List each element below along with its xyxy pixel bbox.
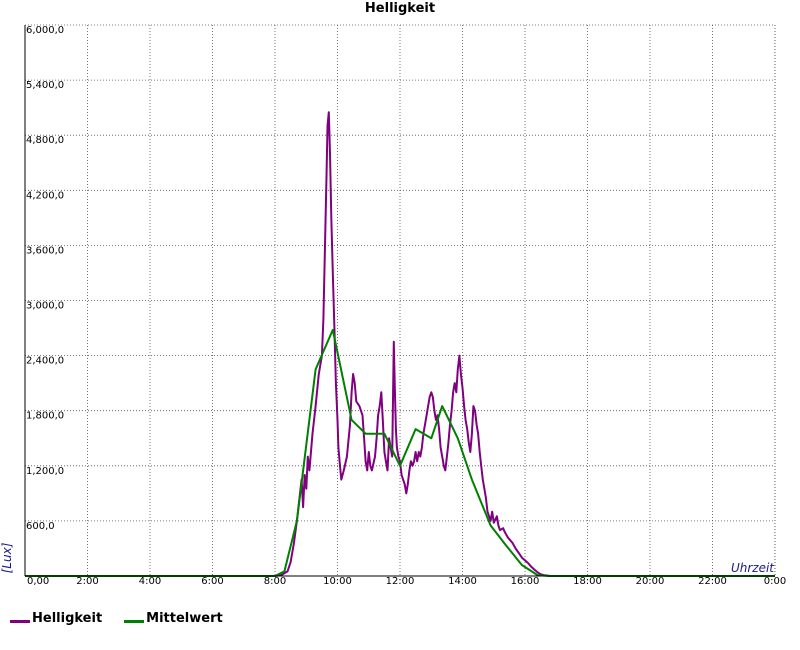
y-tick-label: 2,400,0 bbox=[26, 356, 64, 367]
legend-swatch bbox=[124, 619, 145, 623]
y-tick-label: 3,600,0 bbox=[26, 245, 64, 256]
x-axis-label: Uhrzeit bbox=[731, 561, 775, 575]
y-tick-label: 600,0 bbox=[26, 521, 55, 532]
grid bbox=[25, 24, 776, 576]
chart-title: Helligkeit bbox=[365, 1, 435, 16]
y-tick-label: 3,000,0 bbox=[26, 301, 64, 312]
y-tick-label: 1,200,0 bbox=[26, 466, 64, 477]
x-tick-label: 18:00 bbox=[573, 576, 602, 587]
x-tick-label: 2:00 bbox=[76, 576, 98, 587]
x-tick-label: 16:00 bbox=[511, 576, 540, 587]
x-tick-label: 4:00 bbox=[139, 576, 161, 587]
y-tick-label: 4,800,0 bbox=[26, 135, 64, 146]
x-tick-label: 14:00 bbox=[448, 576, 477, 587]
tick-labels: 0,00 2:00 4:00 6:00 8:00 10:00 12:00 14:00 16:00… bbox=[26, 25, 786, 587]
legend-item-mittelwert: Mittelwert bbox=[124, 611, 223, 626]
y-tick-label: 1,800,0 bbox=[26, 411, 64, 422]
x-tick-label: 10:00 bbox=[323, 576, 352, 587]
series-line-helligkeit bbox=[25, 111, 763, 577]
brightness-chart: Helligkeit 0,00 2:00 4:00 6:00 8:00 10:00 12:0… bbox=[0, 1, 786, 587]
y-tick-label: 4,200,0 bbox=[26, 190, 64, 201]
y-tick-label: 6,000,0 bbox=[26, 25, 64, 36]
x-tick-label: 22:00 bbox=[698, 576, 727, 587]
legend-label: Helligkeit bbox=[32, 610, 103, 626]
series-line-mittelwert bbox=[25, 328, 775, 577]
x-tick-label: 12:00 bbox=[386, 576, 415, 587]
y-tick-label: 5,400,0 bbox=[26, 80, 64, 91]
x-tick-label: 20:00 bbox=[636, 576, 665, 587]
legend-item-helligkeit: Helligkeit bbox=[10, 611, 102, 626]
y-axis-label: [Lux] bbox=[0, 542, 14, 573]
x-tick-label: 8:00 bbox=[264, 576, 286, 587]
x-tick-label: 0,00 bbox=[27, 576, 49, 587]
x-tick-label: 6:00 bbox=[201, 576, 223, 587]
legend-swatch bbox=[10, 619, 30, 623]
legend-label: Mittelwert bbox=[146, 610, 223, 626]
x-tick-label: 0:00 bbox=[764, 576, 786, 587]
legend: Helligkeit Mittelwert bbox=[10, 608, 245, 628]
